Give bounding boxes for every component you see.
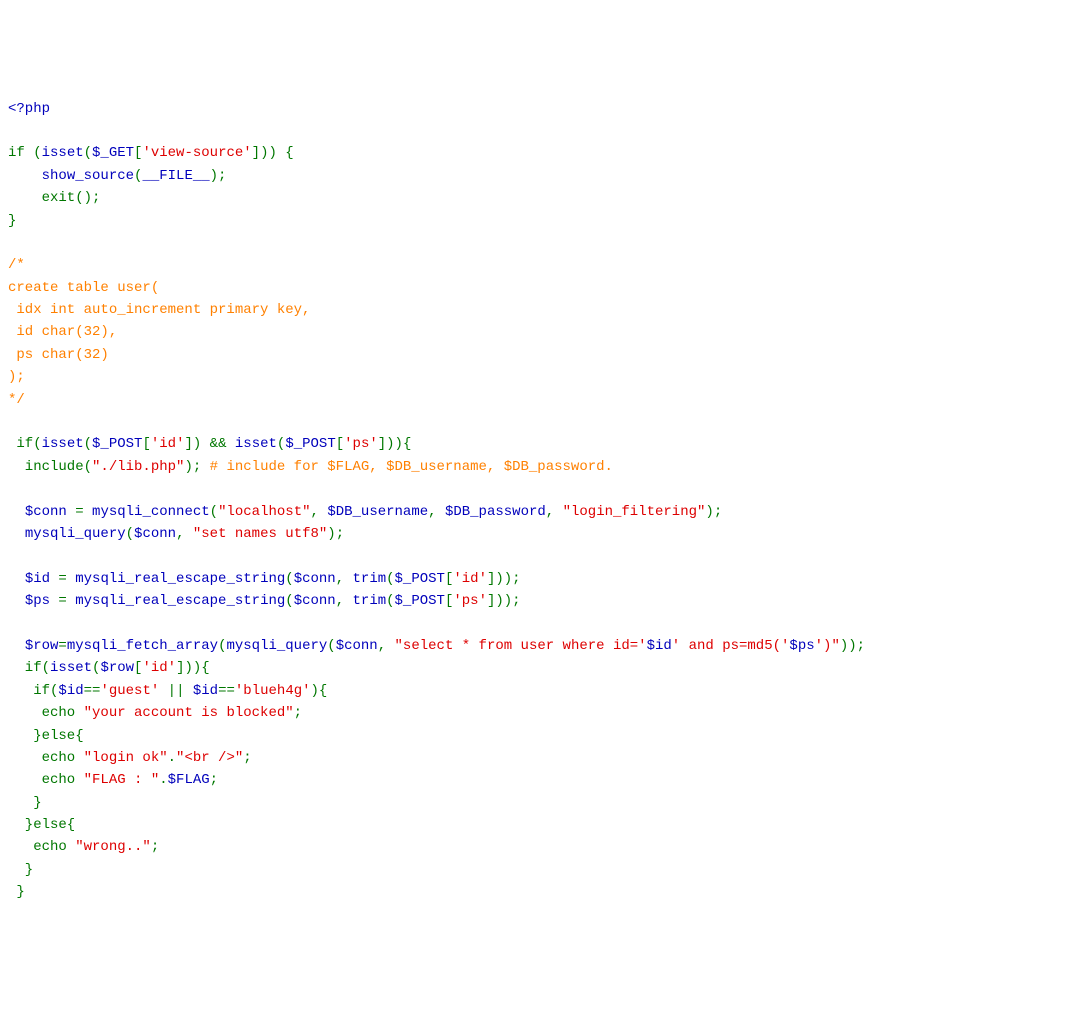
token-keyword: (: [386, 571, 394, 587]
token-string: ' and ps=md5(': [672, 638, 790, 654]
token-const: isset: [42, 145, 84, 161]
token-const: mysqli_connect: [92, 504, 210, 520]
token-string: "login ok": [84, 750, 168, 766]
token-const: mysqli_query: [226, 638, 327, 654]
token-string: "wrong..": [75, 839, 151, 855]
token-variable: $FLAG: [168, 772, 210, 788]
token-string: 'id': [142, 660, 176, 676]
token-string: "select * from user where id=': [395, 638, 647, 654]
token-variable: $_POST: [395, 593, 445, 609]
token-string: "login_filtering": [563, 504, 706, 520]
token-keyword: ,: [311, 504, 328, 520]
token-keyword: (: [126, 526, 134, 542]
token-keyword: ]) &&: [184, 436, 234, 452]
token-variable: $conn: [134, 526, 176, 542]
token-variable: $ps: [25, 593, 59, 609]
token-keyword: ,: [546, 504, 563, 520]
token-keyword: =: [58, 593, 75, 609]
token-string: "set names utf8": [193, 526, 327, 542]
token-variable: $_POST: [395, 571, 445, 587]
token-keyword: ||: [159, 683, 193, 699]
token-variable: $DB_username: [327, 504, 428, 520]
token-variable: $conn: [294, 571, 336, 587]
token-variable: $id: [58, 683, 83, 699]
token-keyword: if(: [8, 436, 42, 452]
token-string: 'id': [151, 436, 185, 452]
token-string: "localhost": [218, 504, 310, 520]
token-string: ')": [815, 638, 840, 654]
token-keyword: if (: [8, 145, 42, 161]
token-keyword: (: [327, 638, 335, 654]
token-variable: $row: [25, 638, 59, 654]
token-const: mysqli_real_escape_string: [75, 571, 285, 587]
token-keyword: ==: [84, 683, 101, 699]
token-variable: $_GET: [92, 145, 134, 161]
token-keyword: (: [84, 145, 92, 161]
token-const: isset: [50, 660, 92, 676]
token-comment: /* create table user( idx int auto_incre…: [8, 257, 310, 407]
token-const: show_source: [42, 168, 134, 184]
token-string: "your account is blocked": [84, 705, 294, 721]
token-variable: $conn: [294, 593, 336, 609]
token-string: 'view-source': [142, 145, 251, 161]
token-const: isset: [42, 436, 84, 452]
token-string: "FLAG : ": [84, 772, 160, 788]
token-variable: $_POST: [285, 436, 335, 452]
token-keyword: (: [285, 571, 293, 587]
token-string: 'ps': [453, 593, 487, 609]
token-comment: # include for $FLAG, $DB_username, $DB_p…: [210, 459, 613, 475]
token-keyword: =: [58, 638, 66, 654]
token-keyword: [: [142, 436, 150, 452]
token-const: trim: [353, 571, 387, 587]
token-php-tag: <?php: [8, 101, 50, 117]
token-variable: $ps: [789, 638, 814, 654]
token-string: "<br />": [176, 750, 243, 766]
token-const: __FILE__: [142, 168, 209, 184]
token-keyword: ,: [336, 571, 353, 587]
token-keyword: ,: [378, 638, 395, 654]
token-keyword: =: [75, 504, 92, 520]
token-variable: $id: [193, 683, 218, 699]
php-source-code: <?php if (isset($_GET['view-source'])) {…: [8, 98, 1065, 904]
token-string: "./lib.php": [92, 459, 184, 475]
token-variable: $id: [25, 571, 59, 587]
token-keyword: ,: [428, 504, 445, 520]
token-variable: $row: [100, 660, 134, 676]
token-const: isset: [235, 436, 277, 452]
token-keyword: .: [159, 772, 167, 788]
token-keyword: =: [58, 571, 75, 587]
token-string: 'blueh4g': [235, 683, 311, 699]
token-variable: $_POST: [92, 436, 142, 452]
token-keyword: ,: [336, 593, 353, 609]
token-string: 'ps': [344, 436, 378, 452]
token-keyword: .: [168, 750, 176, 766]
token-variable: $conn: [25, 504, 75, 520]
token-variable: $DB_password: [445, 504, 546, 520]
token-keyword: (: [210, 504, 218, 520]
token-const: mysqli_query: [25, 526, 126, 542]
token-keyword: [8, 504, 25, 520]
token-const: trim: [353, 593, 387, 609]
token-keyword: ==: [218, 683, 235, 699]
token-keyword: (: [84, 436, 92, 452]
token-keyword: ,: [176, 526, 193, 542]
token-const: mysqli_real_escape_string: [75, 593, 285, 609]
token-keyword: [: [336, 436, 344, 452]
token-variable: $conn: [336, 638, 378, 654]
token-variable: $id: [647, 638, 672, 654]
token-string: 'guest': [100, 683, 159, 699]
token-keyword: );: [184, 459, 209, 475]
token-keyword: (: [285, 593, 293, 609]
token-const: mysqli_fetch_array: [67, 638, 218, 654]
token-string: 'id': [453, 571, 487, 587]
token-keyword: (: [386, 593, 394, 609]
